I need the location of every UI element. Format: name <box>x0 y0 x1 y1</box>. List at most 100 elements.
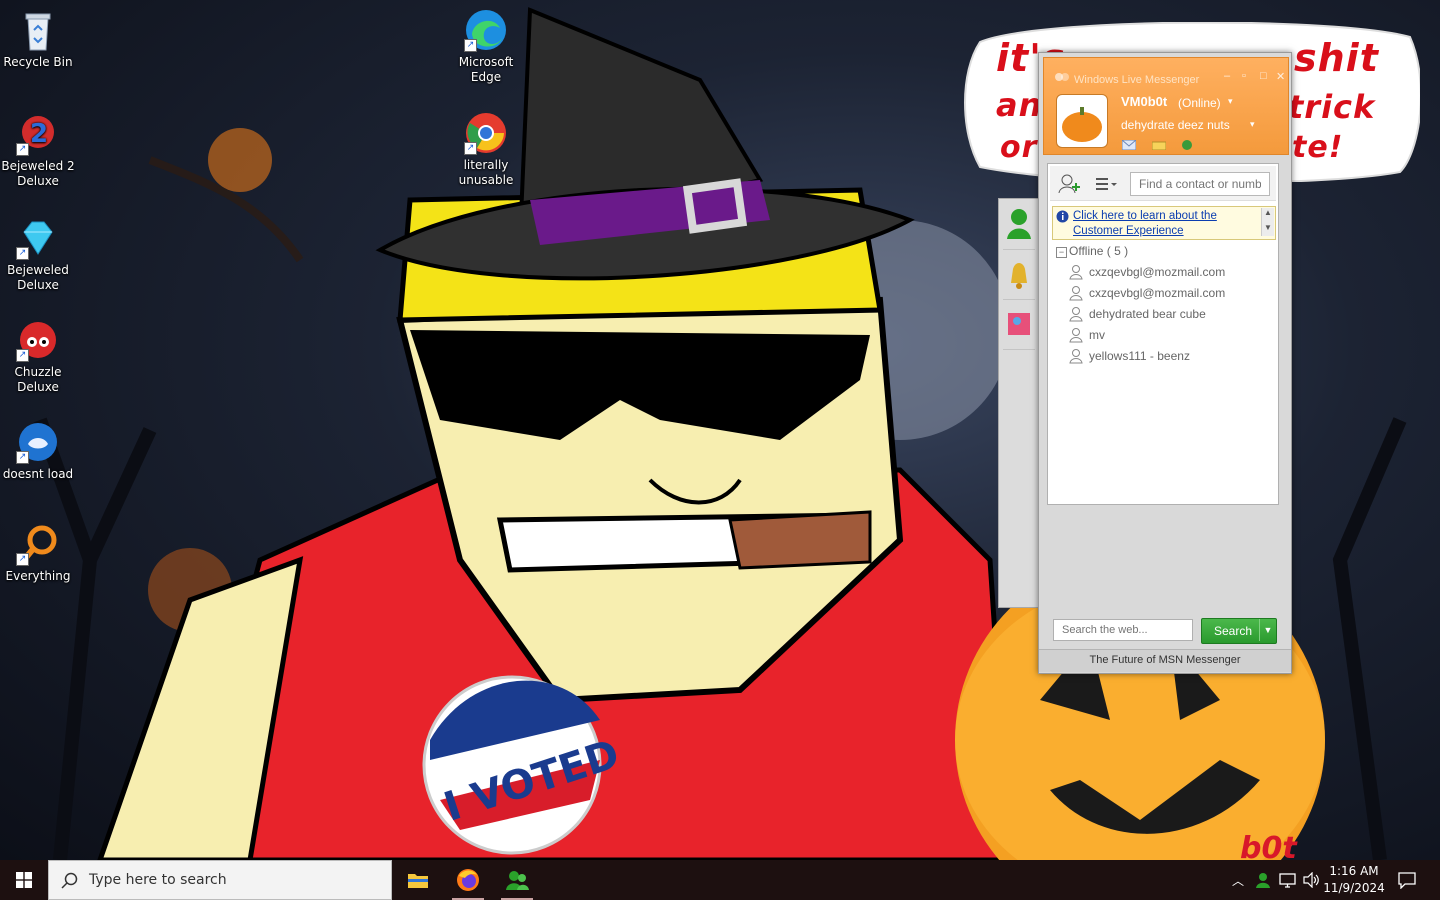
status-selector[interactable]: (Online) <box>1178 96 1221 110</box>
info-scrollbar[interactable]: ▲ ▼ <box>1261 208 1274 236</box>
contact-name: cxzqevbgl@mozmail.com <box>1089 265 1226 279</box>
spaces-icon[interactable] <box>1180 140 1194 150</box>
desktop-icon-chuzzle[interactable]: ↗ Chuzzle Deluxe <box>0 318 76 395</box>
start-button[interactable] <box>0 860 48 900</box>
chevron-up-icon[interactable]: ▲ <box>1264 208 1272 217</box>
group-label: Offline ( 5 ) <box>1069 244 1129 258</box>
taskbar-search-box[interactable]: Type here to search <box>48 860 392 900</box>
shortcut-arrow-icon: ↗ <box>464 142 477 155</box>
chevron-down-icon[interactable]: ▼ <box>1264 223 1272 232</box>
chevron-down-icon[interactable]: ▾ <box>1250 119 1255 130</box>
taskbar-clock[interactable]: 1:16 AM 11/9/2024 <box>1322 863 1386 897</box>
icon-label: literally unusable <box>458 158 514 187</box>
messenger-buddies-icon <box>506 871 529 890</box>
desktop-icon-bejeweled-2[interactable]: 2 ↗ Bejeweled 2 Deluxe <box>0 112 76 189</box>
contact-toolbar <box>1050 166 1276 201</box>
taskbar-messenger[interactable] <box>493 860 541 900</box>
close-icon[interactable]: ✕ <box>1276 70 1285 83</box>
shortcut-arrow-icon: ↗ <box>16 349 29 362</box>
info-bar: Click here to learn about the Customer E… <box>1052 206 1276 240</box>
desktop-icon-edge[interactable]: ↗ Microsoft Edge <box>448 8 524 85</box>
clock-time: 1:16 AM <box>1329 864 1379 878</box>
network-icon[interactable] <box>1279 872 1296 888</box>
folder-icon[interactable] <box>1152 140 1166 150</box>
taskbar-firefox[interactable] <box>444 860 492 900</box>
contact-list-panel: Click here to learn about the Customer E… <box>1047 163 1279 505</box>
folder-icon <box>408 874 428 888</box>
show-hidden-icons-chevron[interactable]: ︿ <box>1232 872 1244 889</box>
icon-label: Microsoft Edge <box>458 55 514 84</box>
taskbar-file-explorer[interactable] <box>394 860 442 900</box>
offline-person-icon <box>1069 349 1083 364</box>
desktop-icon-chrome[interactable]: ↗ literally unusable <box>448 111 524 188</box>
maximize-icon[interactable]: ▫ <box>1242 70 1246 82</box>
volume-icon[interactable] <box>1303 872 1320 888</box>
username[interactable]: VM0b0t <box>1121 94 1167 109</box>
contact-name: mv <box>1089 328 1105 342</box>
clock-date: 11/9/2024 <box>1323 881 1385 895</box>
bubble-word: an <box>996 86 1043 124</box>
offline-person-icon <box>1069 307 1083 322</box>
window-title: Windows Live Messenger <box>1074 74 1200 86</box>
avatar[interactable] <box>1056 94 1108 148</box>
contact-name: dehydrated bear cube <box>1089 307 1206 321</box>
desktop-icon-everything[interactable]: ↗ Everything <box>0 522 76 584</box>
offline-person-icon <box>1069 286 1083 301</box>
search-button-label: Search <box>1214 624 1253 638</box>
mail-icon[interactable] <box>1122 140 1136 150</box>
icon-label: Everything <box>5 569 71 583</box>
svg-text:2: 2 <box>30 119 48 149</box>
restore-icon[interactable]: □ <box>1260 70 1267 82</box>
notifications-icon[interactable] <box>1398 871 1416 889</box>
add-contact-icon[interactable] <box>1058 173 1082 195</box>
search-button[interactable]: Search ▼ <box>1201 618 1277 644</box>
recycle-bin-icon <box>16 8 60 52</box>
collapse-icon[interactable]: − <box>1056 247 1067 258</box>
shortcut-arrow-icon: ↗ <box>16 553 29 566</box>
edge-icon: ↗ <box>464 8 508 52</box>
icon-label: Chuzzle Deluxe <box>14 365 62 394</box>
list-options-icon[interactable] <box>1094 175 1118 193</box>
taskbar-search-placeholder: Type here to search <box>89 872 227 888</box>
customer-experience-link[interactable]: Click here to learn about the Customer E… <box>1073 209 1253 239</box>
shortcut-arrow-icon: ↗ <box>16 143 29 156</box>
minimize-icon[interactable]: – <box>1224 70 1230 82</box>
pumpkin-avatar-icon <box>1062 107 1102 142</box>
find-contact-input[interactable] <box>1130 172 1270 196</box>
signature-text: b0t <box>1240 831 1298 860</box>
messenger-window[interactable]: Windows Live Messenger – ▫ □ ✕ VM0b0t (O… <box>1038 52 1292 674</box>
desktop: I VOTED b0t it's shit an trick or te! Re… <box>0 0 1440 860</box>
personal-message[interactable]: dehydrate deez nuts <box>1121 118 1230 132</box>
shortcut-arrow-icon: ↗ <box>464 39 477 52</box>
contact-name: cxzqevbgl@mozmail.com <box>1089 286 1226 300</box>
bubble-word: te! <box>1292 130 1344 165</box>
web-search-input[interactable] <box>1053 619 1193 641</box>
bejeweled-2-icon: 2 ↗ <box>16 112 60 156</box>
chevron-down-icon[interactable]: ▼ <box>1259 619 1276 641</box>
buddy-icon <box>1007 209 1031 239</box>
desktop-icon-thunderbird[interactable]: ↗ doesnt load <box>0 420 76 482</box>
search-icon <box>61 872 78 889</box>
chrome-icon: ↗ <box>464 111 508 155</box>
messenger-logo-icon <box>1055 73 1069 81</box>
group-header-offline[interactable]: − Offline ( 5 ) <box>1056 244 1128 258</box>
messenger-header: Windows Live Messenger – ▫ □ ✕ VM0b0t (O… <box>1043 57 1289 155</box>
info-icon <box>1056 210 1069 223</box>
firefox-icon <box>457 869 479 891</box>
chevron-down-icon[interactable]: ▾ <box>1228 96 1233 107</box>
magnifier-icon: ↗ <box>16 522 60 566</box>
messenger-footer: The Future of MSN Messenger <box>1039 649 1291 672</box>
thunderbird-icon: ↗ <box>16 420 60 464</box>
taskbar: Type here to search ︿ 1:16 AM 11/9/2024 <box>0 860 1440 900</box>
bubble-word: trick <box>1288 88 1376 126</box>
desktop-icon-bejeweled[interactable]: ↗ Bejeweled Deluxe <box>0 216 76 293</box>
gallery-tab[interactable] <box>1003 303 1035 350</box>
icon-label: Recycle Bin <box>3 55 73 69</box>
desktop-icon-recycle-bin[interactable]: Recycle Bin <box>0 8 76 70</box>
bell-icon <box>1011 263 1027 289</box>
windows-logo-icon <box>16 872 32 888</box>
messenger-tray-icon[interactable] <box>1255 872 1271 888</box>
contacts-tab[interactable] <box>1003 203 1035 250</box>
icon-label: Bejeweled Deluxe <box>7 263 69 292</box>
alerts-tab[interactable] <box>1003 253 1035 300</box>
